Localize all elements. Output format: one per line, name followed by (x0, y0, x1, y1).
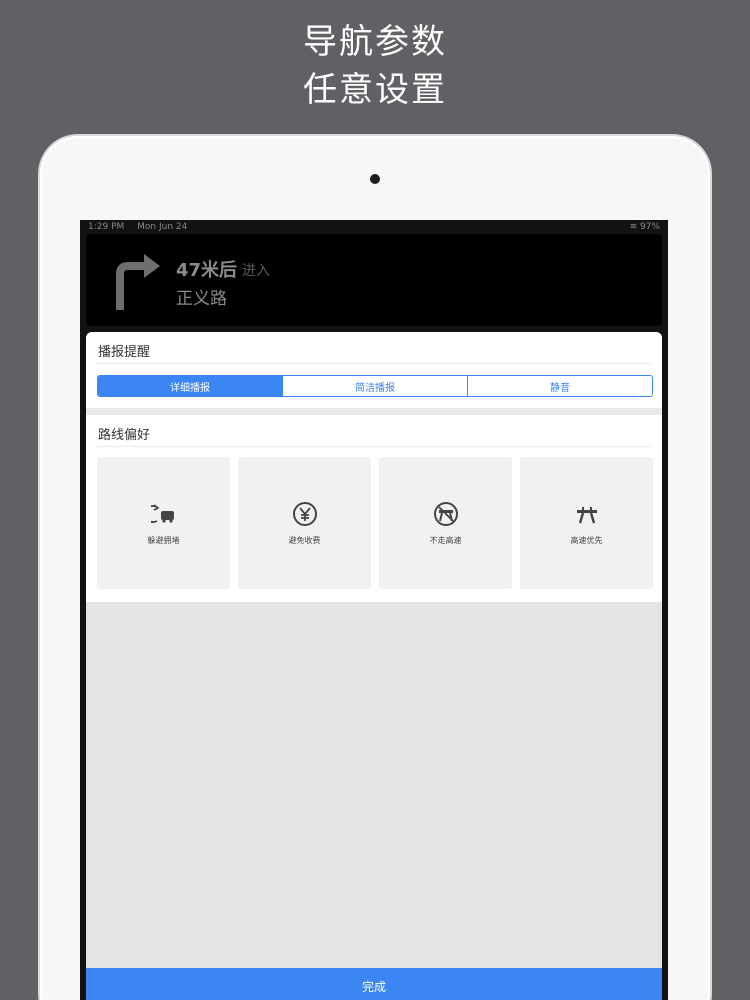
turn-distance: 47米后 (176, 260, 238, 281)
route-pref-section-title: 路线偏好 (98, 428, 151, 443)
route-pref-options: 躲避拥堵 避免收费 不走高速 高速优先 (97, 457, 653, 589)
ipad-frame: 1:29 PM Mon Jun 24 ≋ 97% 47米后 进入 正义路 播报提… (38, 134, 712, 1000)
status-date: Mon Jun 24 (137, 222, 188, 232)
camera-dot (370, 174, 380, 184)
device-screen: 1:29 PM Mon Jun 24 ≋ 97% 47米后 进入 正义路 播报提… (80, 220, 668, 1000)
road-name: 正义路 (176, 289, 227, 309)
option-avoid-congestion[interactable]: 躲避拥堵 (97, 457, 230, 589)
settings-panel: 播报提醒 详细播报 简洁播报 静音 路线偏好 躲避拥堵 避免收费 不走高速 高速… (86, 332, 662, 1000)
no-highway-icon (433, 501, 459, 535)
option-avoid-toll[interactable]: 避免收费 (238, 457, 371, 589)
segment-detailed[interactable]: 详细播报 (98, 376, 283, 396)
avoid-congestion-icon (143, 501, 177, 535)
broadcast-segmented-control: 详细播报 简洁播报 静音 (97, 375, 653, 397)
section-divider (86, 408, 662, 415)
done-button[interactable]: 完成 (86, 968, 662, 1000)
divider (96, 446, 652, 447)
turn-right-icon (112, 252, 162, 314)
turn-action: 进入 (242, 263, 270, 279)
avoid-toll-icon (292, 501, 318, 535)
promo-headline-line2: 任意设置 (303, 70, 447, 110)
status-bar: 1:29 PM Mon Jun 24 ≋ 97% (80, 220, 668, 234)
status-time: 1:29 PM (88, 222, 125, 232)
option-label: 躲避拥堵 (147, 535, 180, 545)
wifi-icon: ≋ (629, 222, 638, 232)
option-label: 不走高速 (429, 535, 462, 545)
navigation-banner: 47米后 进入 正义路 (86, 234, 662, 326)
option-label: 高速优先 (570, 535, 603, 545)
battery-level: 97% (639, 222, 660, 232)
segment-mute[interactable]: 静音 (468, 376, 652, 396)
divider (96, 363, 652, 364)
option-label: 避免收费 (288, 535, 321, 545)
segment-concise[interactable]: 简洁播报 (283, 376, 468, 396)
highway-first-icon (574, 501, 600, 535)
option-no-highway[interactable]: 不走高速 (379, 457, 512, 589)
option-highway-first[interactable]: 高速优先 (520, 457, 653, 589)
promo-headline-line1: 导航参数 (303, 22, 447, 62)
broadcast-section-title: 播报提醒 (98, 345, 151, 360)
settings-content: 播报提醒 详细播报 简洁播报 静音 路线偏好 躲避拥堵 避免收费 不走高速 高速… (86, 332, 662, 602)
